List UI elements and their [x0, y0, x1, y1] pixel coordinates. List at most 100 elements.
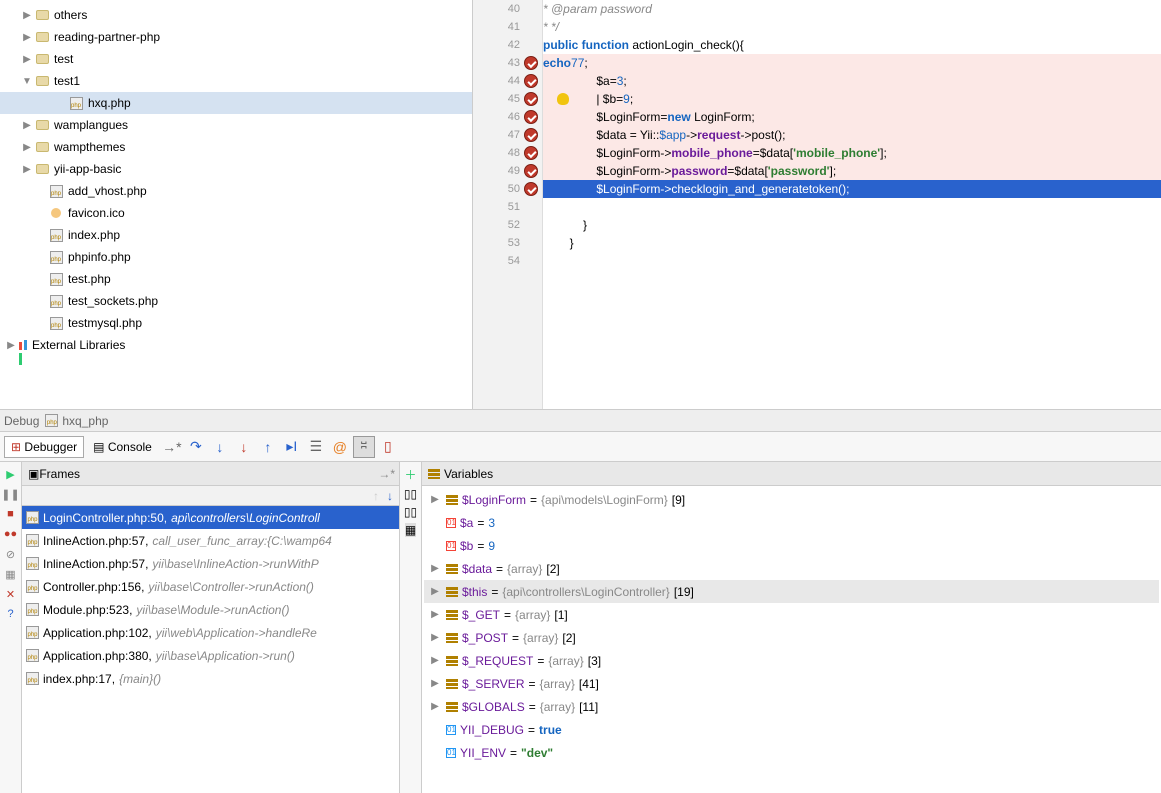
tree-item[interactable]: phphxq.php — [0, 92, 472, 114]
tree-item[interactable]: phpindex.php — [0, 224, 472, 246]
php-icon: php — [26, 557, 39, 570]
tree-item[interactable]: ▶reading-partner-php — [0, 26, 472, 48]
breakpoint-icon[interactable] — [524, 92, 538, 106]
code-line[interactable]: $a=3; — [543, 72, 1161, 90]
variables-header: Variables — [422, 462, 1161, 486]
variable-row[interactable]: 01 YII_ENV = "dev" — [424, 741, 1159, 764]
code-line[interactable]: * @param password — [543, 0, 1161, 18]
at-icon[interactable]: @ — [329, 436, 351, 458]
code-line[interactable] — [543, 252, 1161, 270]
variable-row[interactable]: 01 $a = 3 — [424, 511, 1159, 534]
tree-item[interactable]: ▶wamplangues — [0, 114, 472, 136]
more-icon[interactable]: →* — [161, 436, 183, 458]
external-libraries[interactable]: ▶ External Libraries — [0, 334, 472, 356]
resume-icon[interactable]: ▶ — [3, 466, 19, 482]
code-line[interactable]: $LoginForm->mobile_phone=$data['mobile_p… — [543, 144, 1161, 162]
step-over-icon[interactable]: ↷ — [185, 436, 207, 458]
middle-controls: ＋ ▯▯ ▯▯ ▦ — [400, 462, 422, 793]
view-breakpoints-icon[interactable]: ●● — [3, 526, 19, 542]
stack-frame[interactable]: phpModule.php:523, yii\base\Module->runA… — [22, 598, 399, 621]
tree-icon[interactable]: ▦ — [405, 523, 416, 537]
add-watch-icon[interactable]: ＋ — [404, 466, 416, 483]
pause-icon[interactable]: ❚❚ — [3, 486, 19, 502]
copy2-icon[interactable]: ▯▯ — [404, 505, 417, 519]
tree-item[interactable]: ▶others — [0, 4, 472, 26]
tree-item[interactable]: ▶test — [0, 48, 472, 70]
code-editor[interactable]: 404142434445464748495051525354 * @param … — [473, 0, 1161, 409]
code-line[interactable]: echo 77; — [543, 54, 1161, 72]
code-line[interactable]: | $b=9; — [543, 90, 1161, 108]
tree-item[interactable]: phpphpinfo.php — [0, 246, 472, 268]
tree-item[interactable]: ▼test1 — [0, 70, 472, 92]
frame-up-icon[interactable]: ↑ — [373, 489, 379, 503]
breakpoint-icon[interactable] — [524, 182, 538, 196]
code-line[interactable]: $LoginForm->checklogin_and_generatetoken… — [543, 180, 1161, 198]
mute-breakpoints-icon[interactable]: ⊘ — [3, 546, 19, 562]
tree-item[interactable]: ▶yii-app-basic — [0, 158, 472, 180]
help-icon[interactable]: ? — [3, 606, 19, 622]
stack-frame[interactable]: phpLoginController.php:50, api\controlle… — [22, 506, 399, 529]
gutter[interactable]: 404142434445464748495051525354 — [473, 0, 543, 409]
tree-item[interactable]: ▶wampthemes — [0, 136, 472, 158]
project-tree[interactable]: ▶others▶reading-partner-php▶test▼test1ph… — [0, 0, 473, 409]
code-line[interactable]: $data = Yii::$app->request->post(); — [543, 126, 1161, 144]
breakpoint-icon[interactable] — [524, 56, 538, 70]
debug-tool-window-tab: Debug php hxq_php — [0, 410, 1161, 432]
variable-row[interactable]: ▶ $data = {array} [2] — [424, 557, 1159, 580]
settings-icon[interactable]: ⎶ — [353, 436, 375, 458]
stack-frame[interactable]: phpInlineAction.php:57, call_user_func_a… — [22, 529, 399, 552]
run-to-cursor-icon[interactable]: ▸I — [281, 436, 303, 458]
tree-item[interactable]: phptest.php — [0, 268, 472, 290]
php-icon: php — [26, 672, 39, 685]
console-tab[interactable]: ▤ Console — [86, 436, 159, 458]
debug-toolbar: ⊞ Debugger ▤ Console →* ↷ ↓ ↓ ↑ ▸I ☰ @ ⎶… — [0, 432, 1161, 462]
stack-frame[interactable]: phpController.php:156, yii\base\Controll… — [22, 575, 399, 598]
close-icon[interactable]: ✕ — [3, 586, 19, 602]
stack-frame[interactable]: phpInlineAction.php:57, yii\base\InlineA… — [22, 552, 399, 575]
debugger-tab[interactable]: ⊞ Debugger — [4, 436, 84, 458]
code-line[interactable]: $LoginForm->password=$data['password']; — [543, 162, 1161, 180]
code-line[interactable] — [543, 198, 1161, 216]
breakpoint-icon[interactable] — [524, 146, 538, 160]
php-icon: php — [26, 649, 39, 662]
force-step-into-icon[interactable]: ↓ — [233, 436, 255, 458]
lightbulb-icon[interactable] — [557, 93, 569, 105]
tree-item[interactable]: phptest_sockets.php — [0, 290, 472, 312]
breakpoint-icon[interactable] — [524, 164, 538, 178]
breakpoint-icon[interactable] — [524, 128, 538, 142]
copy-icon[interactable]: ▯▯ — [404, 487, 417, 501]
tree-item[interactable]: phpadd_vhost.php — [0, 180, 472, 202]
step-into-icon[interactable]: ↓ — [209, 436, 231, 458]
stack-frame[interactable]: phpApplication.php:380, yii\base\Applica… — [22, 644, 399, 667]
variable-row[interactable]: ▶ $_POST = {array} [2] — [424, 626, 1159, 649]
stack-frame[interactable]: phpApplication.php:102, yii\web\Applicat… — [22, 621, 399, 644]
code-line[interactable]: public function actionLogin_check(){ — [543, 36, 1161, 54]
pin-icon[interactable]: ▯ — [377, 436, 399, 458]
code-area[interactable]: * @param password * */ public function a… — [543, 0, 1161, 409]
variable-row[interactable]: ▶ $_REQUEST = {array} [3] — [424, 649, 1159, 672]
layout-icon[interactable]: ▦ — [3, 566, 19, 582]
variable-row[interactable]: ▶ $_SERVER = {array} [41] — [424, 672, 1159, 695]
variable-row[interactable]: ▶ $_GET = {array} [1] — [424, 603, 1159, 626]
stop-icon[interactable]: ■ — [3, 506, 19, 522]
code-line[interactable]: } — [543, 216, 1161, 234]
code-line[interactable]: $LoginForm=new LoginForm; — [543, 108, 1161, 126]
stack-frame[interactable]: phpindex.php:17, {main}() — [22, 667, 399, 690]
variable-row[interactable]: ▶ $GLOBALS = {array} [11] — [424, 695, 1159, 718]
variable-row[interactable]: 01 YII_DEBUG = true — [424, 718, 1159, 741]
code-line[interactable]: } — [543, 234, 1161, 252]
evaluate-icon[interactable]: ☰ — [305, 436, 327, 458]
tree-item[interactable]: favicon.ico — [0, 202, 472, 224]
code-line[interactable]: * */ — [543, 18, 1161, 36]
step-out-icon[interactable]: ↑ — [257, 436, 279, 458]
variable-row[interactable]: 01 $b = 9 — [424, 534, 1159, 557]
frames-dropdown-icon[interactable]: →* — [378, 467, 395, 481]
breakpoint-icon[interactable] — [524, 110, 538, 124]
tree-item[interactable]: phptestmysql.php — [0, 312, 472, 334]
variables-panel: Variables ▶ $LoginForm = {api\models\Log… — [422, 462, 1161, 793]
frame-down-icon[interactable]: ↓ — [387, 489, 393, 503]
breakpoint-icon[interactable] — [524, 74, 538, 88]
variable-row[interactable]: ▶ $LoginForm = {api\models\LoginForm} [9… — [424, 488, 1159, 511]
left-gutter-controls: ▶ ❚❚ ■ ●● ⊘ ▦ ✕ ? — [0, 462, 22, 793]
variable-row[interactable]: ▶ $this = {api\controllers\LoginControll… — [424, 580, 1159, 603]
